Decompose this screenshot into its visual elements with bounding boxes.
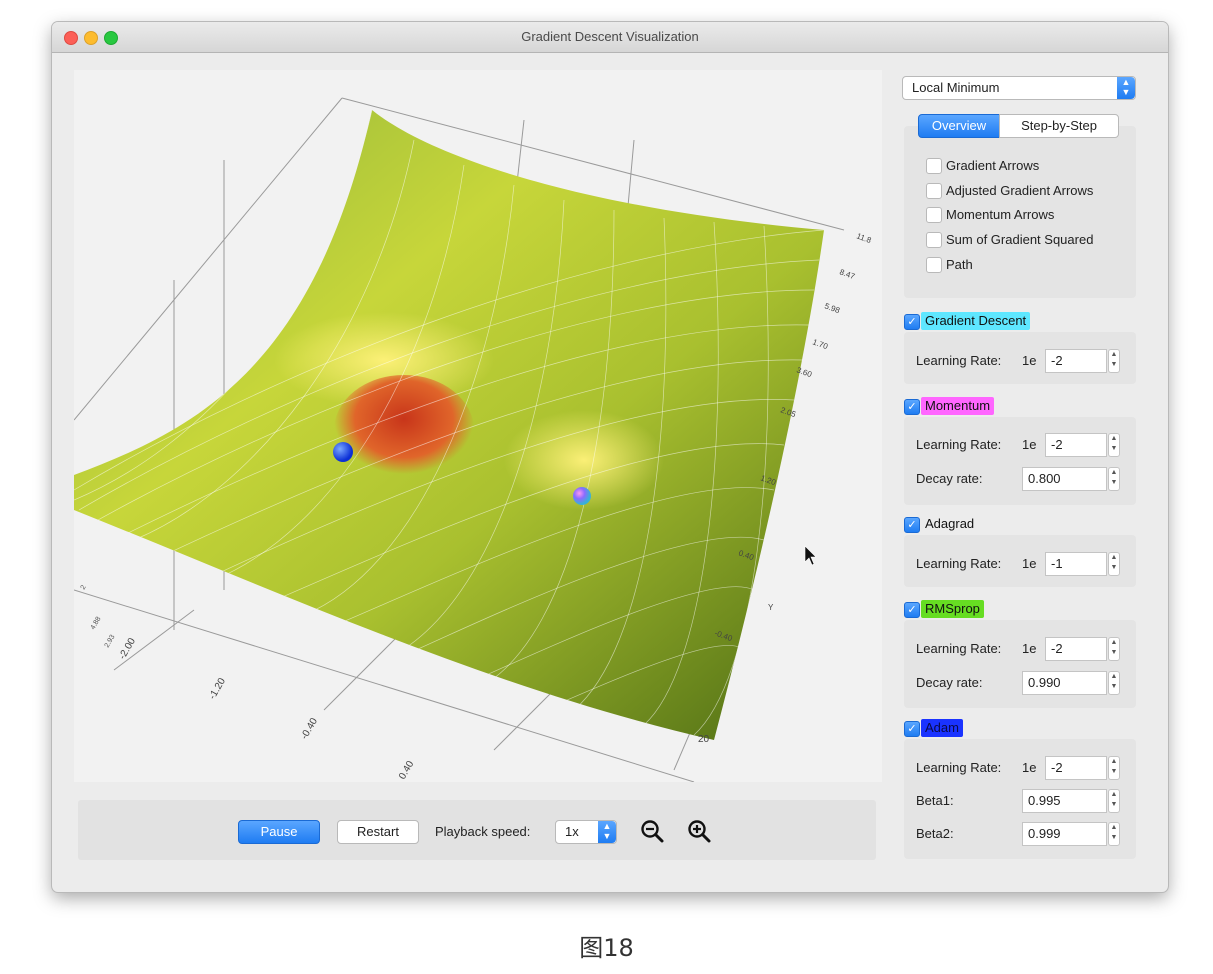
gradient-arrows-label: Gradient Arrows — [946, 158, 1040, 173]
playback-speed-select[interactable]: 1x ▲ ▼ — [555, 820, 617, 844]
adagrad-checkbox[interactable]: ✓ — [904, 517, 920, 533]
tick-label: 4.88 — [90, 616, 103, 631]
rmsprop-decay-rate-input[interactable]: 0.990 — [1022, 671, 1107, 695]
rmsprop-lr-stepper[interactable]: ▲ ▼ — [1108, 637, 1120, 661]
adjusted-gradient-arrows-checkbox[interactable] — [926, 183, 942, 199]
scenario-select-value: Local Minimum — [912, 80, 1000, 95]
restart-button[interactable]: Restart — [337, 820, 419, 844]
momentum-panel — [904, 417, 1136, 505]
adagrad-label: Adagrad — [921, 515, 979, 533]
adam-beta1-value: 0.995 — [1028, 793, 1061, 808]
scenario-select[interactable]: Local Minimum ▲ ▼ — [902, 76, 1136, 100]
select-arrows-icon: ▲ ▼ — [598, 821, 616, 843]
adagrad-learning-rate-value: -1 — [1051, 556, 1063, 571]
tick-label: -1.20 — [207, 676, 228, 702]
momentum-decay-stepper[interactable]: ▲ ▼ — [1108, 467, 1120, 491]
adam-beta1-stepper[interactable]: ▲ ▼ — [1108, 789, 1120, 813]
playback-controls: Pause Restart Playback speed: 1x ▲ ▼ — [78, 800, 876, 860]
pause-button[interactable]: Pause — [238, 820, 320, 844]
adam-ball — [333, 442, 353, 462]
gd-lr-prefix: 1e — [1022, 353, 1037, 368]
tick-label: 8.47 — [838, 267, 856, 281]
adagrad-lr-prefix: 1e — [1022, 556, 1037, 571]
adjusted-gradient-arrows-label: Adjusted Gradient Arrows — [946, 183, 1094, 198]
path-checkbox[interactable] — [926, 257, 942, 273]
adam-beta2-input[interactable]: 0.999 — [1022, 822, 1107, 846]
tick-label: 2 — [80, 584, 88, 591]
momentum-lr-prefix: 1e — [1022, 437, 1037, 452]
momentum-learning-rate-value: -2 — [1051, 437, 1063, 452]
app-window: Gradient Descent Visualization 11.8 8.47… — [52, 22, 1168, 892]
adam-lr-stepper[interactable]: ▲ ▼ — [1108, 756, 1120, 780]
rmsprop-learning-rate-label: Learning Rate: — [916, 641, 1002, 656]
rmsprop-decay-stepper[interactable]: ▲ ▼ — [1108, 671, 1120, 695]
tick-label: -2.00 — [117, 636, 138, 662]
tick-label: 2.93 — [104, 634, 117, 649]
adam-learning-rate-label: Learning Rate: — [916, 760, 1002, 775]
surface-plot-canvas[interactable]: 11.8 8.47 5.98 1.70 3.60 2.05 1.20 0.40 … — [74, 70, 882, 782]
adagrad-learning-rate-input[interactable]: -1 — [1045, 552, 1107, 576]
gradient-descent-checkbox[interactable]: ✓ — [904, 314, 920, 330]
window-title: Gradient Descent Visualization — [521, 29, 699, 44]
sum-gradient-squared-checkbox[interactable] — [926, 232, 942, 248]
momentum-decay-rate-input[interactable]: 0.800 — [1022, 467, 1107, 491]
tick-label: 1.70 — [811, 337, 829, 351]
momentum-arrows-label: Momentum Arrows — [946, 207, 1055, 222]
adagrad-learning-rate-label: Learning Rate: — [916, 556, 1002, 571]
playback-speed-label: Playback speed: — [435, 824, 531, 839]
gd-learning-rate-input[interactable]: -2 — [1045, 349, 1107, 373]
rmsprop-learning-rate-value: -2 — [1051, 641, 1063, 656]
gd-learning-rate-value: -2 — [1051, 353, 1063, 368]
rmsprop-lr-prefix: 1e — [1022, 641, 1037, 656]
tick-label: 20 — [698, 734, 710, 745]
sum-gradient-squared-label: Sum of Gradient Squared — [946, 232, 1094, 247]
zoom-in-icon[interactable] — [686, 818, 712, 844]
mixed-optimizer-ball — [573, 487, 591, 505]
rmsprop-decay-rate-value: 0.990 — [1028, 675, 1061, 690]
adam-label: Adam — [921, 719, 963, 737]
adam-lr-prefix: 1e — [1022, 760, 1037, 775]
momentum-lr-stepper[interactable]: ▲ ▼ — [1108, 433, 1120, 457]
momentum-arrows-checkbox[interactable] — [926, 207, 942, 223]
rmsprop-learning-rate-input[interactable]: -2 — [1045, 637, 1107, 661]
adam-beta2-value: 0.999 — [1028, 826, 1061, 841]
adagrad-lr-stepper[interactable]: ▲ ▼ — [1108, 552, 1120, 576]
adam-beta2-stepper[interactable]: ▲ ▼ — [1108, 822, 1120, 846]
gradient-arrows-checkbox[interactable] — [926, 158, 942, 174]
tab-step-by-step[interactable]: Step-by-Step — [999, 114, 1119, 138]
rmsprop-checkbox[interactable]: ✓ — [904, 602, 920, 618]
gd-learning-rate-label: Learning Rate: — [916, 353, 1002, 368]
adam-checkbox[interactable]: ✓ — [904, 721, 920, 737]
momentum-decay-rate-value: 0.800 — [1028, 471, 1061, 486]
momentum-label: Momentum — [921, 397, 995, 415]
adam-beta1-input[interactable]: 0.995 — [1022, 789, 1107, 813]
tick-label: 0.40 — [397, 759, 416, 782]
gradient-descent-label: Gradient Descent — [921, 312, 1031, 330]
tick-label: 11.8 — [855, 231, 873, 245]
axis-letter: Y — [768, 603, 774, 612]
momentum-decay-rate-label: Decay rate: — [916, 471, 983, 486]
select-arrows-icon: ▲ ▼ — [1117, 77, 1135, 99]
surface-plot[interactable]: 11.8 8.47 5.98 1.70 3.60 2.05 1.20 0.40 … — [74, 70, 882, 782]
adam-learning-rate-input[interactable]: -2 — [1045, 756, 1107, 780]
rmsprop-label: RMSprop — [921, 600, 984, 618]
playback-speed-value: 1x — [565, 824, 579, 839]
adam-beta2-label: Beta2: — [916, 826, 954, 841]
tick-label: 5.98 — [823, 301, 841, 315]
path-label: Path — [946, 257, 973, 272]
momentum-checkbox[interactable]: ✓ — [904, 399, 920, 415]
tab-overview[interactable]: Overview — [918, 114, 1000, 138]
zoom-out-icon[interactable] — [639, 818, 665, 844]
adam-learning-rate-value: -2 — [1051, 760, 1063, 775]
mouse-cursor-icon — [804, 545, 817, 566]
rmsprop-decay-rate-label: Decay rate: — [916, 675, 983, 690]
momentum-learning-rate-label: Learning Rate: — [916, 437, 1002, 452]
figure-caption: 图18 — [579, 934, 634, 962]
gd-lr-stepper[interactable]: ▲ ▼ — [1108, 349, 1120, 373]
title-bar: Gradient Descent Visualization — [52, 22, 1168, 53]
bottom-axis-ticks: -2.00 -1.20 -0.40 0.40 — [117, 636, 416, 782]
tick-label: -0.40 — [299, 716, 320, 742]
momentum-learning-rate-input[interactable]: -2 — [1045, 433, 1107, 457]
adam-beta1-label: Beta1: — [916, 793, 954, 808]
